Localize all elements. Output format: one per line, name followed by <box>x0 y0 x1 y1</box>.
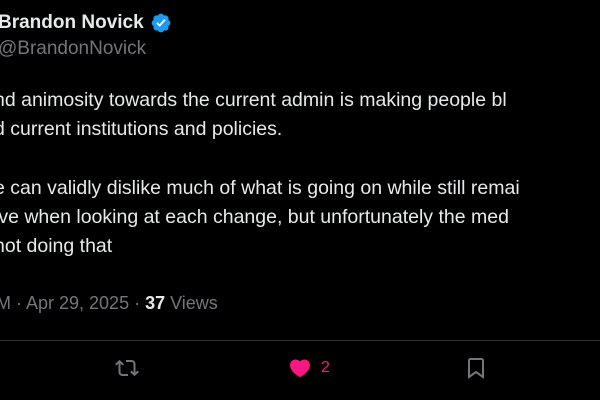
tweet-line: e can validly dislike much of what is go… <box>0 177 520 199</box>
author-display-name[interactable]: Brandon Novick <box>0 12 144 34</box>
tweet-line: d current institutions and policies. <box>0 118 283 140</box>
bookmark-button[interactable] <box>464 356 488 380</box>
like-button[interactable]: 2 <box>288 356 330 380</box>
author-handle[interactable]: @BrandonNovick <box>0 38 146 60</box>
tweet-line: ive when looking at each change, but unf… <box>0 206 509 228</box>
author-name-row: Brandon Novick <box>0 8 172 38</box>
like-count: 2 <box>321 359 330 376</box>
views-count: 37 <box>145 293 166 313</box>
divider <box>0 340 600 341</box>
retweet-icon <box>115 359 139 377</box>
verified-badge-icon[interactable] <box>150 12 172 34</box>
tweet-line: nd animosity towards the current admin i… <box>0 89 507 111</box>
tweet-text: nd animosity towards the current admin i… <box>0 86 600 261</box>
views-label: Views <box>165 293 218 313</box>
tweet-timestamp[interactable]: M · Apr 29, 2025 · <box>0 293 145 313</box>
tweet-meta: M · Apr 29, 2025 · 37 Views <box>0 293 218 314</box>
bookmark-icon <box>468 358 484 379</box>
tweet-paragraph: nd animosity towards the current admin i… <box>0 86 600 144</box>
tweet-paragraph: e can validly dislike much of what is go… <box>0 174 600 261</box>
tweet-line: not doing that <box>0 235 113 257</box>
heart-filled-icon <box>289 359 311 378</box>
retweet-button[interactable] <box>115 356 139 380</box>
